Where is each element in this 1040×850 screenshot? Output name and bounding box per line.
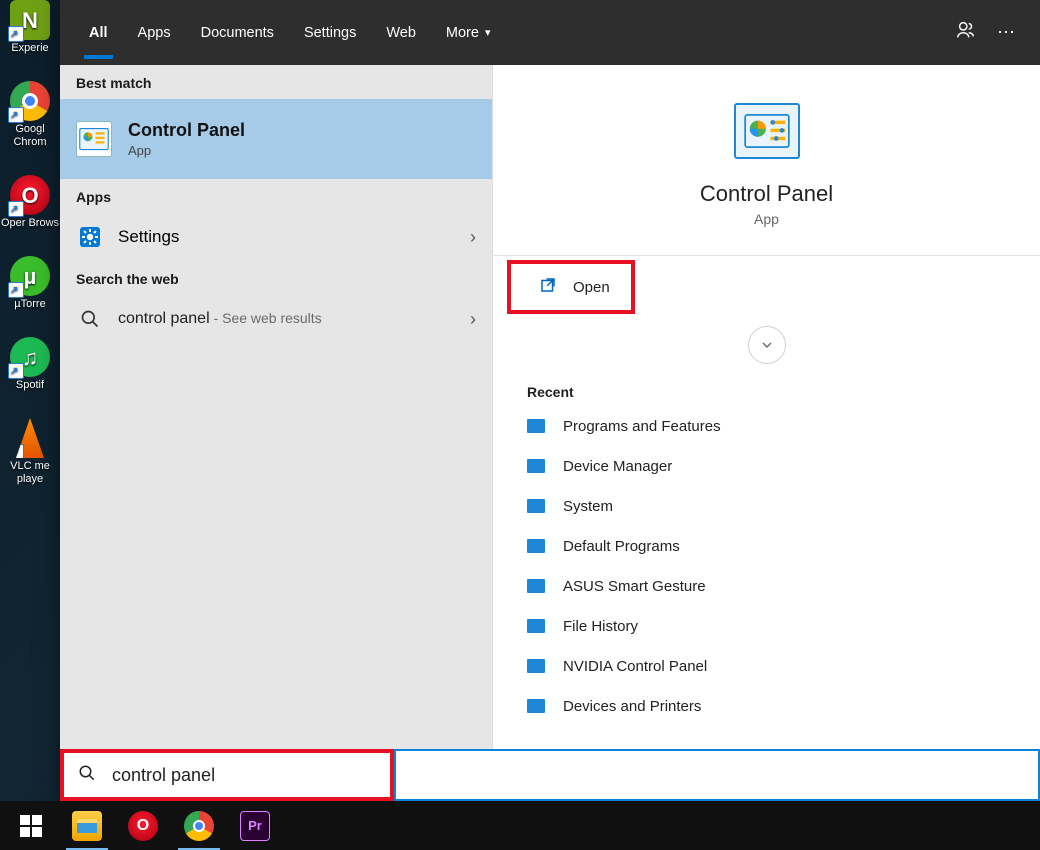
recent-item[interactable]: Default Programs	[493, 526, 1040, 566]
control-panel-mini-icon	[527, 699, 545, 713]
taskbar-opera[interactable]: O	[116, 801, 170, 850]
control-panel-mini-icon	[527, 539, 545, 553]
detail-title: Control Panel	[513, 181, 1020, 207]
result-web[interactable]: control panel - See web results ›	[60, 295, 492, 343]
open-label: Open	[573, 279, 610, 296]
best-match-title: Control Panel	[128, 120, 245, 141]
best-match-result[interactable]: Control Panel App	[60, 99, 492, 179]
best-match-header: Best match	[60, 65, 492, 99]
more-options-icon[interactable]: ⋯	[986, 22, 1026, 43]
search-flyout: All Apps Documents Settings Web More▾ ⋯ …	[60, 0, 1040, 801]
result-settings[interactable]: Settings ›	[60, 213, 492, 261]
recent-item[interactable]: Devices and Printers	[493, 686, 1040, 726]
recent-item-label: Device Manager	[563, 458, 672, 475]
open-icon	[539, 276, 557, 299]
desktop-icon-spotify[interactable]: ♫Spotif	[0, 337, 60, 392]
recent-item[interactable]: File History	[493, 606, 1040, 646]
search-box[interactable]	[60, 749, 1040, 801]
taskbar-chrome[interactable]	[172, 801, 226, 850]
web-hint: - See web results	[210, 310, 322, 326]
tab-all[interactable]: All	[74, 0, 123, 65]
recent-item-label: ASUS Smart Gesture	[563, 578, 706, 595]
control-panel-mini-icon	[527, 419, 545, 433]
web-header: Search the web	[60, 261, 492, 295]
control-panel-mini-icon	[527, 619, 545, 633]
tab-documents[interactable]: Documents	[186, 0, 289, 65]
recent-item-label: Default Programs	[563, 538, 680, 555]
recent-item-label: NVIDIA Control Panel	[563, 658, 707, 675]
recent-item[interactable]: System	[493, 486, 1040, 526]
rewards-icon[interactable]	[946, 19, 986, 46]
web-query: control panel	[118, 310, 210, 327]
desktop-icon-vlc[interactable]: VLC me playe	[0, 418, 60, 486]
windows-icon	[20, 815, 42, 837]
detail-subtitle: App	[513, 211, 1020, 227]
recent-item-label: Programs and Features	[563, 418, 721, 435]
recent-item[interactable]: NVIDIA Control Panel	[493, 646, 1040, 686]
control-panel-mini-icon	[527, 499, 545, 513]
recent-item[interactable]: Device Manager	[493, 446, 1040, 486]
tab-settings[interactable]: Settings	[289, 0, 371, 65]
desktop-icon-chrome[interactable]: Googl Chrom	[0, 81, 60, 149]
desktop-icon-opera[interactable]: OOper Brows	[0, 175, 60, 230]
gear-icon	[76, 223, 104, 251]
chevron-right-icon: ›	[470, 309, 476, 330]
desktop-icon-utorrent[interactable]: µµTorre	[0, 256, 60, 311]
chrome-icon	[184, 811, 214, 841]
control-panel-icon	[734, 103, 800, 159]
tab-more[interactable]: More▾	[431, 0, 506, 65]
opera-icon: O	[128, 811, 158, 841]
search-input[interactable]	[112, 765, 372, 786]
recent-header: Recent	[493, 376, 1040, 406]
search-tabs: All Apps Documents Settings Web More▾ ⋯	[60, 0, 1040, 65]
recent-item[interactable]: Programs and Features	[493, 406, 1040, 446]
chevron-down-icon: ▾	[485, 26, 491, 39]
desktop-icon-nvidia[interactable]: NExperie	[0, 0, 60, 55]
search-icon	[76, 305, 104, 333]
taskbar-premiere[interactable]: Pr	[228, 801, 282, 850]
search-icon	[78, 764, 96, 787]
result-label: Settings	[118, 227, 456, 247]
control-panel-mini-icon	[527, 659, 545, 673]
tab-apps[interactable]: Apps	[123, 0, 186, 65]
premiere-icon: Pr	[240, 811, 270, 841]
taskbar: O Pr	[0, 801, 1040, 850]
start-button[interactable]	[4, 801, 58, 850]
control-panel-mini-icon	[527, 459, 545, 473]
recent-item-label: System	[563, 498, 613, 515]
chevron-right-icon: ›	[470, 227, 476, 248]
detail-pane: Control Panel App Open Recent Programs a…	[492, 65, 1040, 801]
control-panel-icon	[76, 121, 112, 157]
best-match-subtitle: App	[128, 143, 245, 158]
file-explorer-icon	[72, 811, 102, 841]
recent-item-label: File History	[563, 618, 638, 635]
tab-web[interactable]: Web	[371, 0, 431, 65]
expand-button[interactable]	[748, 326, 786, 364]
recent-item-label: Devices and Printers	[563, 698, 701, 715]
desktop-icons: NExperie Googl Chrom OOper Brows µµTorre…	[0, 0, 60, 512]
apps-header: Apps	[60, 179, 492, 213]
taskbar-explorer[interactable]	[60, 801, 114, 850]
control-panel-mini-icon	[527, 579, 545, 593]
results-list: Best match Control Panel App Apps	[60, 65, 492, 801]
recent-item[interactable]: ASUS Smart Gesture	[493, 566, 1040, 606]
recent-list: Programs and Features Device Manager Syste…	[493, 406, 1040, 726]
open-button[interactable]: Open	[507, 260, 635, 314]
